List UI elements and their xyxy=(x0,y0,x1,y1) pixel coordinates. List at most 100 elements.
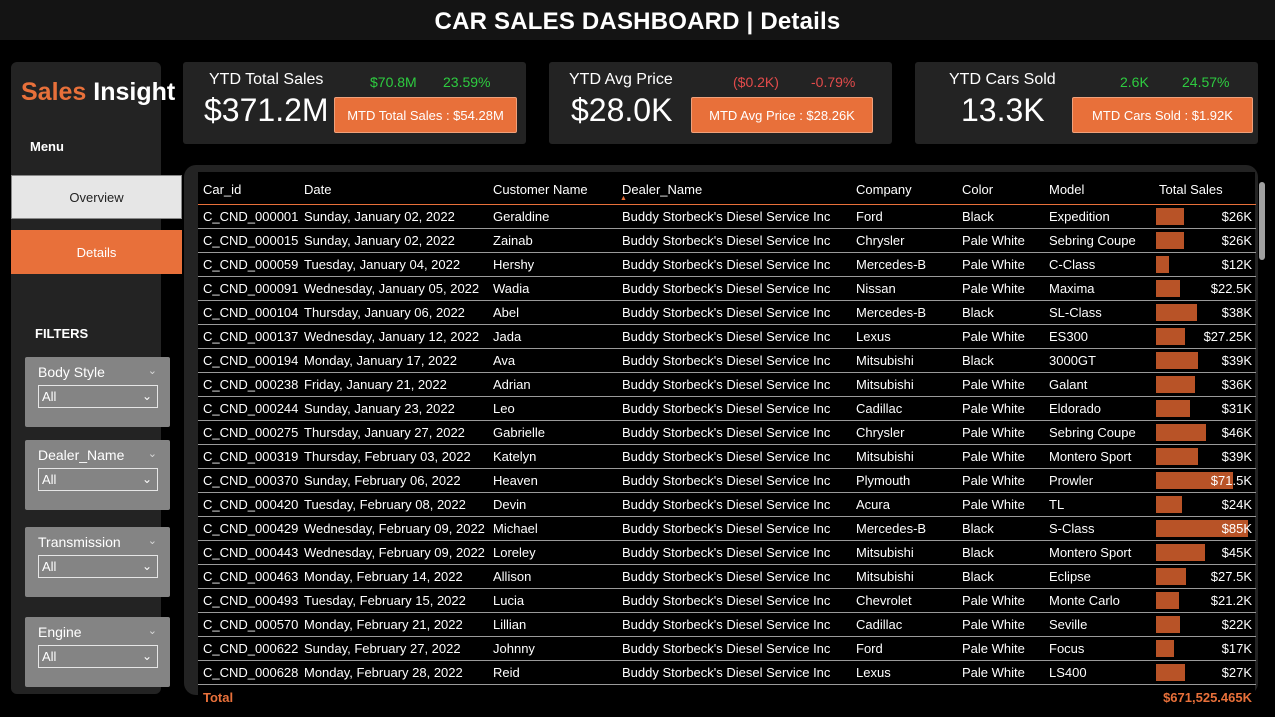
cell-dealer: Buddy Storbeck's Diesel Service Inc xyxy=(617,636,851,661)
cell-model: S-Class xyxy=(1044,516,1154,541)
dropdown-value: All xyxy=(42,649,57,664)
table-row[interactable]: C_CND_000137 Wednesday, January 12, 2022 J… xyxy=(198,324,1256,349)
cell-total-sales: $22K xyxy=(1154,612,1256,637)
cell-dealer: Buddy Storbeck's Diesel Service Inc xyxy=(617,492,851,517)
table-row[interactable]: C_CND_000628 Monday, February 28, 2022 Rei… xyxy=(198,660,1256,685)
kpi-title: YTD Avg Price xyxy=(569,71,673,88)
cell-car-id: C_CND_000238 xyxy=(198,372,299,397)
cell-total-sales: $26K xyxy=(1154,228,1256,253)
table-row[interactable]: C_CND_000570 Monday, February 21, 2022 Lil… xyxy=(198,612,1256,637)
table-row[interactable]: C_CND_000104 Thursday, January 06, 2022 Ab… xyxy=(198,300,1256,325)
sales-value-label: $38K xyxy=(1221,304,1252,320)
table-row[interactable]: C_CND_000493 Tuesday, February 15, 2022 Lu… xyxy=(198,588,1256,613)
cell-customer: Jada xyxy=(488,324,617,349)
table-row[interactable]: C_CND_000015 Sunday, January 02, 2022 Zain… xyxy=(198,228,1256,253)
column-header-model[interactable]: Model xyxy=(1044,172,1154,205)
sales-value-label: $71.5K xyxy=(1210,472,1252,488)
cell-company: Mercedes-B xyxy=(851,252,957,277)
cell-color: Pale White xyxy=(957,252,1044,277)
table-row[interactable]: C_CND_000238 Friday, January 21, 2022 Adri… xyxy=(198,372,1256,397)
cell-customer: Devin xyxy=(488,492,617,517)
body-style-dropdown[interactable]: All ⌄ xyxy=(38,385,158,408)
slicer-collapse-icon[interactable]: ⌄ xyxy=(148,624,157,637)
cell-total-sales: $27K xyxy=(1154,660,1256,685)
table-row[interactable]: C_CND_000275 Thursday, January 27, 2022 Ga… xyxy=(198,420,1256,445)
engine-dropdown[interactable]: All ⌄ xyxy=(38,645,158,668)
table-row[interactable]: C_CND_000463 Monday, February 14, 2022 All… xyxy=(198,564,1256,589)
menu-label: Menu xyxy=(30,139,64,154)
table-row[interactable]: C_CND_000420 Tuesday, February 08, 2022 De… xyxy=(198,492,1256,517)
table-header-row: Car_idDateCustomer NameDealer_NameCompan… xyxy=(198,172,1256,205)
cell-model: Sebring Coupe xyxy=(1044,420,1154,445)
sales-value-label: $22.5K xyxy=(1210,280,1252,296)
slicer-title: Body Style xyxy=(38,364,105,380)
cell-company: Mitsubishi xyxy=(851,444,957,469)
cell-customer: Gabrielle xyxy=(488,420,617,445)
cell-customer: Johnny xyxy=(488,636,617,661)
cell-total-sales: $39K xyxy=(1154,348,1256,373)
cell-company: Chrysler xyxy=(851,420,957,445)
table-row[interactable]: C_CND_000091 Wednesday, January 05, 2022 W… xyxy=(198,276,1256,301)
cell-car-id: C_CND_000429 xyxy=(198,516,299,541)
kpi-delta-percent: -0.79% xyxy=(811,74,856,90)
column-header-customer-name[interactable]: Customer Name xyxy=(488,172,617,205)
total-label: Total xyxy=(198,683,299,710)
cell-customer: Michael xyxy=(488,516,617,541)
table-scrollbar[interactable] xyxy=(1259,182,1265,260)
slicer-collapse-icon[interactable]: ⌄ xyxy=(148,534,157,547)
column-header-color[interactable]: Color xyxy=(957,172,1044,205)
cell-model: Galant xyxy=(1044,372,1154,397)
table-row[interactable]: C_CND_000194 Monday, January 17, 2022 Ava B… xyxy=(198,348,1256,373)
chevron-down-icon: ⌄ xyxy=(141,389,152,403)
sales-data-bar xyxy=(1156,375,1195,393)
cell-total-sales: $21.2K xyxy=(1154,588,1256,613)
details-table-container: Car_idDateCustomer NameDealer_NameCompan… xyxy=(198,172,1256,717)
table-row[interactable]: C_CND_000429 Wednesday, February 09, 2022… xyxy=(198,516,1256,541)
cell-date: Tuesday, January 04, 2022 xyxy=(299,252,488,277)
cell-car-id: C_CND_000370 xyxy=(198,468,299,493)
nav-overview-button[interactable]: Overview xyxy=(11,175,182,219)
table-row[interactable]: C_CND_000244 Sunday, January 23, 2022 Leo B… xyxy=(198,396,1256,421)
kpi-title: YTD Cars Sold xyxy=(949,71,1056,88)
slicer-collapse-icon[interactable]: ⌄ xyxy=(148,447,157,460)
sales-value-label: $24K xyxy=(1221,496,1252,512)
dropdown-value: All xyxy=(42,472,57,487)
table-row[interactable]: C_CND_000443 Wednesday, February 09, 2022… xyxy=(198,540,1256,565)
cell-total-sales: $22.5K xyxy=(1154,276,1256,301)
cell-model: Eclipse xyxy=(1044,564,1154,589)
column-header-company[interactable]: Company xyxy=(851,172,957,205)
sales-value-label: $39K xyxy=(1221,448,1252,464)
cell-total-sales: $85K xyxy=(1154,516,1256,541)
sales-data-bar xyxy=(1156,351,1198,369)
table-row[interactable]: C_CND_000001 Sunday, January 02, 2022 Gera… xyxy=(198,204,1256,229)
slicer-engine: Engine ⌄ All ⌄ xyxy=(25,617,170,687)
column-header-total-sales[interactable]: Total Sales xyxy=(1154,172,1256,205)
cell-company: Lexus xyxy=(851,660,957,685)
column-header-dealer-name-sorted[interactable]: Dealer_Name xyxy=(617,172,851,205)
table-row[interactable]: C_CND_000319 Thursday, February 03, 2022 K… xyxy=(198,444,1256,469)
cell-model: Prowler xyxy=(1044,468,1154,493)
cell-customer: Reid xyxy=(488,660,617,685)
cell-date: Wednesday, February 09, 2022 xyxy=(299,516,488,541)
table-row[interactable]: C_CND_000059 Tuesday, January 04, 2022 Her… xyxy=(198,252,1256,277)
cell-car-id: C_CND_000244 xyxy=(198,396,299,421)
sales-data-bar xyxy=(1156,591,1179,609)
cell-car-id: C_CND_000443 xyxy=(198,540,299,565)
nav-details-button[interactable]: Details xyxy=(11,230,182,274)
dealer-name-dropdown[interactable]: All ⌄ xyxy=(38,468,158,491)
column-header-car-id[interactable]: Car_id xyxy=(198,172,299,205)
table-row[interactable]: C_CND_000622 Sunday, February 27, 2022 Joh… xyxy=(198,636,1256,661)
mtd-cars-sold-button[interactable]: MTD Cars Sold : $1.92K xyxy=(1072,97,1253,133)
transmission-dropdown[interactable]: All ⌄ xyxy=(38,555,158,578)
cell-company: Ford xyxy=(851,204,957,229)
column-header-date[interactable]: Date xyxy=(299,172,488,205)
mtd-avg-price-button[interactable]: MTD Avg Price : $28.26K xyxy=(691,97,873,133)
slicer-title: Transmission xyxy=(38,534,121,550)
cell-car-id: C_CND_000420 xyxy=(198,492,299,517)
slicer-collapse-icon[interactable]: ⌄ xyxy=(148,364,157,377)
table-row[interactable]: C_CND_000370 Sunday, February 06, 2022 Hea… xyxy=(198,468,1256,493)
slicer-dealer-name: Dealer_Name ⌄ All ⌄ xyxy=(25,440,170,510)
cell-date: Monday, January 17, 2022 xyxy=(299,348,488,373)
mtd-total-sales-button[interactable]: MTD Total Sales : $54.28M xyxy=(334,97,517,133)
cell-customer: Wadia xyxy=(488,276,617,301)
